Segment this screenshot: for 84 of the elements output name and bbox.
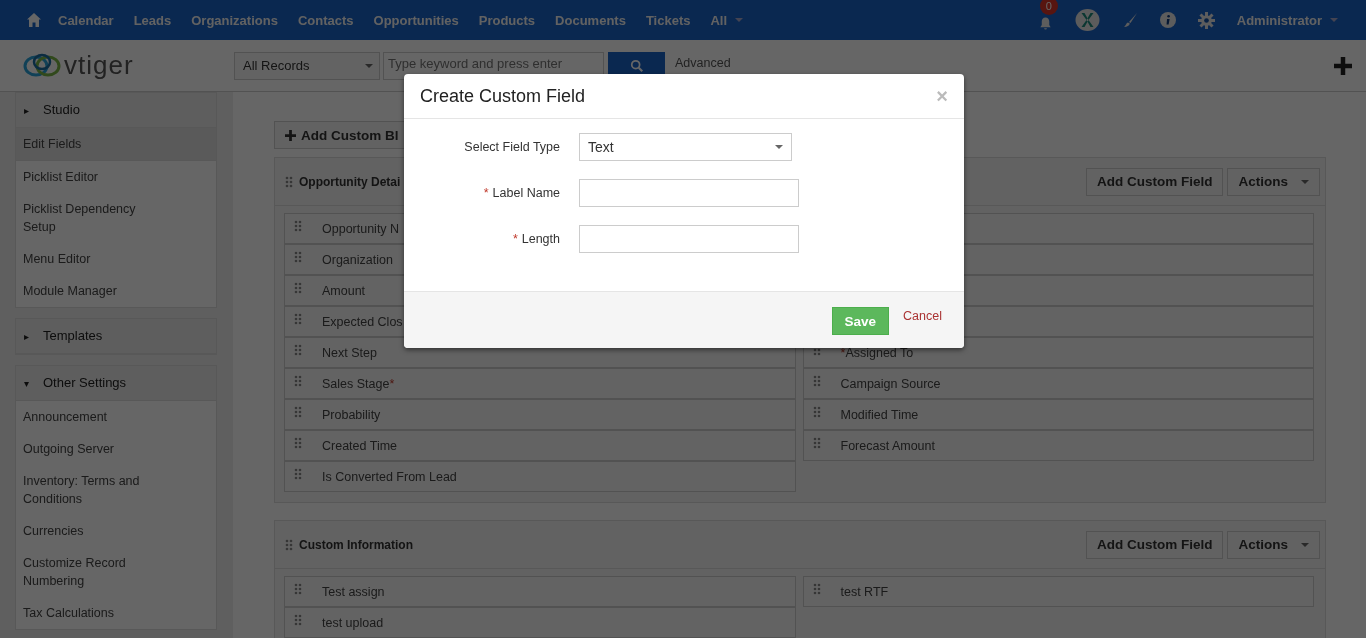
field-row[interactable]: Is Converted From Lead [284,461,796,492]
drag-handle-icon[interactable] [294,613,302,626]
drag-handle-icon[interactable] [285,175,293,188]
drag-handle-icon[interactable] [294,281,302,294]
nav-menu-item[interactable]: Documents [555,12,626,28]
actions-dropdown-button[interactable]: Actions [1227,167,1320,196]
nav-menu-item[interactable]: Products [478,12,536,28]
nav-menu-item[interactable]: Contacts [297,12,354,28]
record-filter-dropdown[interactable]: All Records [234,51,380,80]
field-row[interactable]: Forecast Amount [802,430,1314,461]
cancel-link[interactable]: Cancel [903,309,942,323]
nav-menu-item[interactable]: Tickets [645,12,691,28]
info-icon[interactable] [1159,12,1176,28]
field-label: Expected Clos [322,314,403,329]
sidebar-item[interactable]: Edit Fields [16,128,216,161]
field-label: Next Step [322,345,377,360]
field-label: Forecast Amount [840,438,935,453]
x-logo-icon[interactable] [1074,9,1100,31]
add-custom-field-button[interactable]: Add Custom Field [1086,530,1224,559]
field-label: Amount [322,283,366,298]
user-menu[interactable]: Administrator [1236,12,1338,28]
field-label: Organization [322,252,393,267]
drag-handle-icon[interactable] [294,312,302,325]
advanced-search-link[interactable]: Advanced [675,55,731,70]
field-row[interactable]: Probability [284,399,796,430]
search-icon [629,58,644,73]
nav-menu-item[interactable]: All [710,12,744,28]
field-label: * Length [511,232,560,246]
add-icon[interactable] [1334,56,1352,75]
close-button[interactable]: × [936,84,948,108]
save-button[interactable]: Save [831,307,890,335]
field-row[interactable]: Campaign Source [802,368,1314,399]
drag-handle-icon[interactable] [294,436,302,449]
drag-handle-icon[interactable] [294,343,302,356]
sidebar-section-header[interactable]: ▾ Other Settings [16,366,216,401]
drag-handle-icon[interactable] [294,405,302,418]
field-label: Test assign [322,584,385,599]
drag-handle-icon[interactable] [285,538,293,551]
sidebar-section-header[interactable]: ▸ Studio [16,93,216,128]
logo-text: vtiger [64,50,134,81]
field-label: test RTF [840,584,889,599]
input-field[interactable] [579,225,799,253]
field-label: Opportunity N [322,221,400,236]
nav-menu-item[interactable]: Leads [133,12,172,28]
block-title: Custom Information [299,537,413,552]
nav-menu-item[interactable]: Opportunities [373,12,459,28]
field-label: Sales Stage* [322,376,395,391]
drag-handle-icon[interactable] [294,467,302,480]
plus-icon [285,129,296,141]
field-label: Created Time [322,438,398,453]
field-label: *Assigned To [840,345,914,360]
field-label: Select Field Type [463,140,560,154]
sidebar-section-header[interactable]: ▸ Templates [16,319,216,354]
field-row[interactable]: Sales Stage* [284,368,796,399]
field-row[interactable]: Test assign [284,576,796,607]
field-label: Is Converted From Lead [322,469,457,484]
field-row[interactable]: Modified Time [802,399,1314,430]
nav-menu-item[interactable]: Calendar [58,12,114,28]
drag-handle-icon[interactable] [812,405,821,418]
field-label: Probability [322,407,381,422]
input-field[interactable] [579,179,799,207]
drag-handle-icon[interactable] [294,250,302,263]
field-label: Campaign Source [840,376,941,391]
drag-handle-icon[interactable] [294,219,302,232]
block-title: Opportunity Detai [299,174,401,189]
field-row[interactable]: test RTF [802,576,1314,607]
field-row[interactable]: Created Time [284,430,796,461]
field-label: Modified Time [840,407,919,422]
field-label: test upload [322,615,384,630]
notification-count-badge: 0 [1039,0,1058,15]
actions-dropdown-button[interactable]: Actions [1227,530,1320,559]
drag-handle-icon[interactable] [294,374,302,387]
field-row[interactable]: test upload [284,607,796,638]
drag-handle-icon[interactable] [812,582,821,595]
drag-handle-icon[interactable] [812,436,821,449]
nav-menu-item[interactable]: Organizations [191,12,278,28]
settings-icon[interactable] [1197,11,1215,29]
home-icon[interactable] [26,12,42,28]
drag-handle-icon[interactable] [294,582,302,595]
drag-handle-icon[interactable] [812,374,821,387]
field-type-dropdown[interactable]: Text [579,133,792,161]
add-custom-field-button[interactable]: Add Custom Field [1086,167,1224,196]
field-label: * Label Name [482,186,560,200]
dialog-title: Create Custom Field [420,85,586,107]
